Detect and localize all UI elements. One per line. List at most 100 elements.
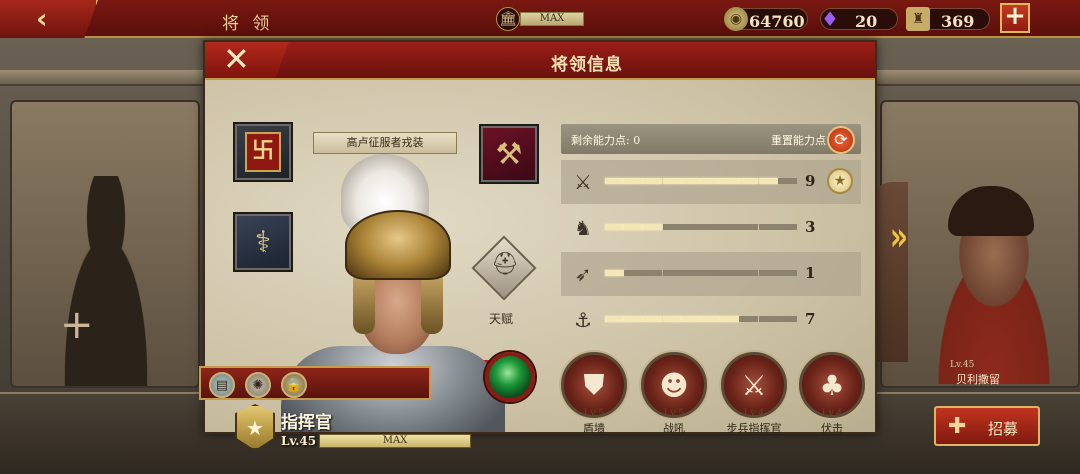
stat-row: ⚔ 9 ★ <box>561 160 861 204</box>
troop-value: 369 <box>941 12 975 31</box>
recruit-helmet-icon: ✚ <box>948 414 967 439</box>
sword-icon: ⚔ <box>574 170 592 194</box>
skill-button[interactable]: ⛊ Lv.5 盾墙 <box>561 352 627 435</box>
skill-button[interactable]: ⚔ Lv.4 步兵指挥官 <box>721 352 787 435</box>
hero-helmet <box>345 210 451 280</box>
add-resource-button[interactable]: + <box>1000 3 1030 33</box>
right-hero-level: Lv.45 <box>950 360 975 370</box>
banner-icon: 卐 <box>245 132 281 172</box>
top-bar: ‹ 将 领 🏛 MAX 64760 ◉ 20 ♦ 369 ♜ + <box>0 0 1080 38</box>
skill-name: 伏击 <box>821 422 843 435</box>
building-level-bar: MAX <box>520 12 584 26</box>
whip-icon: ⚕ <box>254 224 272 260</box>
hero-level-bar: MAX <box>319 434 471 448</box>
skill-level: Lv.4 <box>821 408 843 419</box>
reset-points-label: 重置能力点 <box>771 134 826 147</box>
stat-segment <box>758 224 778 230</box>
stat-progress-bar <box>605 178 797 186</box>
axe-icon: ⚒ <box>495 136 523 172</box>
stat-segment <box>643 178 663 184</box>
axe-equipment-slot[interactable]: ⚒ <box>479 124 539 184</box>
hero-name-block: ★ 指挥官 Lv.45 MAX <box>235 404 473 456</box>
building-icon: 🏛 <box>496 7 520 31</box>
stats-header: 剩余能力点: 0 重置能力点 ⟳ <box>561 124 861 154</box>
stat-segment <box>777 178 797 184</box>
stat-segment <box>662 270 682 276</box>
back-arrow-icon: ‹ <box>36 2 48 35</box>
book-icon[interactable]: ▤ <box>209 372 235 398</box>
stat-segment <box>624 270 644 276</box>
skill-level: Lv.5 <box>663 408 685 419</box>
stat-segment <box>624 224 644 230</box>
anchor-icon: ⚓ <box>574 308 592 332</box>
skill-button[interactable]: ☻ Lv.5 战吼 <box>641 352 707 435</box>
remaining-points: 剩余能力点: 0 <box>571 134 641 147</box>
horse-icon: ♞ <box>574 216 592 240</box>
stat-segment <box>643 270 663 276</box>
stat-progress-bar <box>605 270 797 278</box>
stat-value: 3 <box>805 218 816 236</box>
stat-segment <box>739 178 759 184</box>
stat-segment <box>605 224 624 230</box>
stat-row: ⚓ 7 <box>561 298 861 342</box>
emerald-gem-slot[interactable] <box>485 352 535 402</box>
stat-value: 9 <box>805 172 816 190</box>
stat-segment <box>720 178 740 184</box>
troop-icon: ♜ <box>906 7 930 31</box>
stat-segment <box>643 316 663 322</box>
stat-progress-bar <box>605 224 797 232</box>
talent-label: 天赋 <box>489 312 514 326</box>
whip-equipment-slot[interactable]: ⚕ <box>233 212 293 272</box>
stat-segment <box>605 316 624 322</box>
stat-segment <box>681 178 701 184</box>
back-button[interactable]: ‹ <box>0 0 98 38</box>
dialog-header: ✕ 将领信息 <box>205 42 875 80</box>
next-hero-arrow-icon[interactable]: » <box>890 214 908 260</box>
rank-star-icon: ★ <box>235 404 275 450</box>
stat-segment <box>739 270 759 276</box>
recruit-label: 招募 <box>988 420 1019 438</box>
dialog-body: 高卢征服者戎装 卐 ⚕ ⚒ ⛑ 天赋 ▤ ✺ 🔒 ★ 指挥官 Lv.45 MAX… <box>199 80 875 450</box>
hero-silhouette <box>46 176 166 386</box>
stat-segment <box>643 224 663 230</box>
outfit-label[interactable]: 高卢征服者戎装 <box>313 132 457 154</box>
stat-segment <box>777 270 797 276</box>
stat-progress-bar <box>605 316 797 324</box>
reset-points-button[interactable]: ⟳ <box>827 126 855 154</box>
hero-slot-empty[interactable]: + <box>10 100 200 388</box>
stat-segment <box>739 224 759 230</box>
stat-value: 1 <box>805 264 816 282</box>
stat-segment <box>681 270 701 276</box>
stat-segment <box>624 178 644 184</box>
stat-segment <box>739 316 759 322</box>
stat-segment <box>662 316 682 322</box>
stat-segment <box>758 178 778 184</box>
banner-equipment-slot[interactable]: 卐 <box>233 122 293 182</box>
stat-segment <box>701 270 720 276</box>
stat-segment <box>662 178 682 184</box>
stat-segment <box>720 270 740 276</box>
stat-segment <box>681 316 701 322</box>
stat-segment <box>720 316 740 322</box>
stat-segment <box>701 316 720 322</box>
gem-icon: ♦ <box>821 7 839 31</box>
stat-segment <box>605 178 624 184</box>
stat-segment <box>701 224 720 230</box>
coin-icon: ◉ <box>724 7 748 31</box>
lock-icon[interactable]: 🔒 <box>281 372 307 398</box>
recruit-button[interactable]: ✚ 招募 <box>934 406 1040 446</box>
stat-value: 7 <box>805 310 816 328</box>
bow-icon: ➶ <box>574 262 592 286</box>
page-title: 将 领 <box>222 14 274 34</box>
stat-segment <box>605 270 624 276</box>
stat-segment <box>777 316 797 322</box>
skill-name: 战吼 <box>663 422 685 435</box>
stat-row: ➶ 1 <box>561 252 861 296</box>
laurel-medal-icon[interactable]: ★ <box>827 168 853 194</box>
skill-button[interactable]: ♣ Lv.4 伏击 <box>799 352 865 435</box>
compass-icon[interactable]: ✺ <box>245 372 271 398</box>
gem-value: 20 <box>855 12 878 31</box>
stat-segment <box>662 224 682 230</box>
skill-name: 步兵指挥官 <box>726 422 782 435</box>
hero-peek-left <box>872 182 908 362</box>
